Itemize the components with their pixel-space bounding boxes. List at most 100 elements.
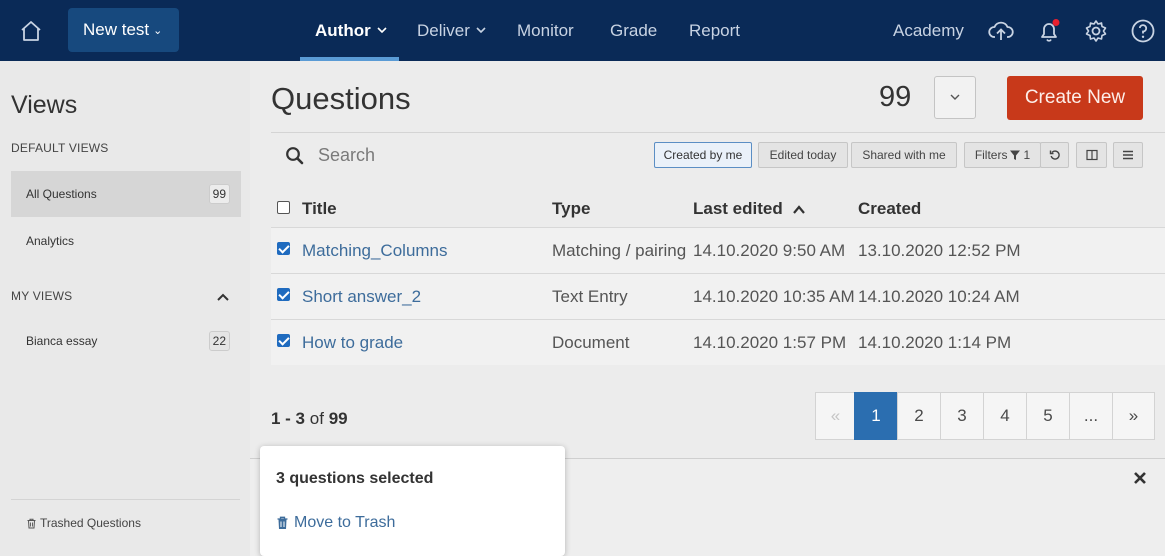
- pagination-page-5[interactable]: 5: [1026, 392, 1070, 440]
- filter-chip-created-by-me[interactable]: Created by me: [654, 142, 752, 168]
- chevron-down-icon: [950, 94, 960, 100]
- chevron-down-icon: [377, 27, 387, 34]
- chevron-up-icon[interactable]: [216, 289, 230, 301]
- reset-filters-button[interactable]: [1040, 142, 1069, 168]
- move-to-trash-link[interactable]: Move to Trash: [276, 514, 395, 532]
- column-header-label: Last edited: [693, 199, 783, 218]
- nav-report-label: Report: [689, 20, 741, 40]
- trashed-questions-link[interactable]: Trashed Questions: [26, 516, 141, 530]
- nav-deliver[interactable]: Deliver: [417, 0, 486, 61]
- pagination-previous[interactable]: «: [815, 392, 856, 440]
- sidebar-item-all-questions[interactable]: All Questions 99: [11, 171, 241, 217]
- chevron-down-icon: [476, 27, 486, 34]
- pagination-ellipsis[interactable]: ...: [1069, 392, 1113, 440]
- created-date: 14.10.2020 10:24 AM: [858, 287, 1020, 306]
- bell-icon[interactable]: [1036, 18, 1062, 44]
- range-text: 1 - 3: [271, 409, 306, 428]
- menu-button[interactable]: [1113, 142, 1143, 168]
- count-badge: 22: [208, 331, 230, 351]
- last-edited-date: 14.10.2020 9:50 AM: [693, 241, 846, 260]
- reset-icon: [1049, 150, 1060, 160]
- column-header-title[interactable]: Title: [302, 199, 337, 219]
- trashed-questions-label: Trashed Questions: [40, 516, 141, 530]
- sidebar-title: Views: [11, 91, 78, 119]
- range-of: of: [309, 409, 324, 428]
- columns-toggle-button[interactable]: [1076, 142, 1107, 168]
- pagination-page-4[interactable]: 4: [983, 392, 1027, 440]
- column-header-type[interactable]: Type: [552, 199, 590, 219]
- table-row[interactable]: Short answer_2 Text Entry 14.10.2020 10:…: [271, 273, 1165, 319]
- upload-icon[interactable]: [988, 18, 1014, 44]
- new-test-label: New test: [83, 20, 150, 39]
- sidebar-item-bianca-essay[interactable]: Bianca essay 22: [11, 318, 241, 364]
- title-divider: [271, 132, 1165, 133]
- sidebar-item-analytics[interactable]: Analytics: [11, 218, 241, 264]
- nav-author[interactable]: Author: [315, 0, 387, 61]
- select-all-checkbox[interactable]: [277, 201, 290, 214]
- table-row[interactable]: Matching_Columns Matching / pairing 14.1…: [271, 227, 1165, 273]
- close-icon[interactable]: [1132, 470, 1148, 486]
- pagination-page-2[interactable]: 2: [897, 392, 941, 440]
- row-checkbox[interactable]: [277, 242, 290, 255]
- created-date: 13.10.2020 12:52 PM: [858, 241, 1021, 260]
- trash-icon: [27, 518, 36, 528]
- gear-icon[interactable]: [1083, 18, 1109, 44]
- move-to-trash-label: Move to Trash: [294, 514, 396, 531]
- nav-monitor-label: Monitor: [517, 20, 574, 40]
- question-type: Text Entry: [552, 287, 628, 306]
- create-new-button[interactable]: Create New: [1007, 76, 1143, 120]
- selection-popup: 3 questions selected Move to Trash: [260, 446, 565, 556]
- nav-deliver-label: Deliver: [417, 20, 470, 40]
- row-checkbox[interactable]: [277, 334, 290, 347]
- page-title: Questions: [271, 81, 411, 116]
- filter-chip-shared-with-me[interactable]: Shared with me: [851, 142, 957, 168]
- filters-button[interactable]: Filters 1: [964, 142, 1041, 168]
- table-row[interactable]: How to grade Document 14.10.2020 1:57 PM…: [271, 319, 1165, 365]
- last-edited-date: 14.10.2020 10:35 AM: [693, 287, 855, 306]
- new-test-button[interactable]: New test ⌄: [68, 8, 179, 52]
- question-title-link[interactable]: Short answer_2: [302, 287, 421, 307]
- trash-icon: [277, 516, 288, 529]
- nav-report[interactable]: Report: [689, 0, 740, 61]
- last-edited-date: 14.10.2020 1:57 PM: [693, 333, 847, 352]
- help-icon[interactable]: [1130, 18, 1156, 44]
- column-header-last-edited[interactable]: Last edited: [693, 199, 805, 219]
- question-type: Document: [552, 333, 630, 352]
- filter-chip-edited-today[interactable]: Edited today: [758, 142, 848, 168]
- sidebar-divider: [11, 499, 240, 500]
- pagination-page-3[interactable]: 3: [940, 392, 984, 440]
- question-title-link[interactable]: Matching_Columns: [302, 241, 448, 261]
- views-sidebar: Views DEFAULT VIEWS All Questions 99 Ana…: [0, 61, 250, 556]
- pagination-next[interactable]: »: [1112, 392, 1155, 440]
- row-checkbox[interactable]: [277, 288, 290, 301]
- sort-ascending-icon: [792, 205, 805, 214]
- results-range: 1 - 3 of 99: [271, 409, 348, 429]
- my-views-heading: MY VIEWS: [11, 289, 73, 303]
- count-badge: 99: [208, 184, 230, 204]
- count-dropdown-button[interactable]: [934, 76, 976, 119]
- sidebar-item-label: Bianca essay: [26, 334, 98, 348]
- question-title-link[interactable]: How to grade: [302, 333, 403, 353]
- search-icon: [285, 146, 304, 165]
- academy-label: Academy: [893, 20, 964, 40]
- filters-count: 1: [1023, 148, 1031, 162]
- table-header: Title Type Last edited Created: [271, 183, 1165, 231]
- selected-count-text: 3 questions selected: [276, 470, 434, 487]
- sidebar-item-label: Analytics: [26, 234, 75, 248]
- column-header-created[interactable]: Created: [858, 199, 921, 219]
- default-views-heading: DEFAULT VIEWS: [11, 141, 109, 155]
- range-total: 99: [328, 409, 348, 428]
- nav-author-label: Author: [315, 20, 371, 40]
- chevron-down-icon: ⌄: [153, 24, 163, 37]
- created-date: 14.10.2020 1:14 PM: [858, 333, 1012, 352]
- top-navigation-bar: New test ⌄ Author Deliver Monitor Grade …: [0, 0, 1165, 61]
- nav-grade[interactable]: Grade: [610, 0, 657, 61]
- nav-monitor[interactable]: Monitor: [517, 0, 574, 61]
- home-icon[interactable]: [18, 18, 44, 44]
- academy-link[interactable]: Academy: [893, 0, 964, 61]
- filters-label: Filters: [974, 148, 1008, 162]
- sidebar-item-label: All Questions: [26, 187, 97, 201]
- search-input[interactable]: [318, 141, 618, 169]
- pagination-page-1[interactable]: 1: [854, 392, 898, 440]
- nav-grade-label: Grade: [610, 20, 658, 40]
